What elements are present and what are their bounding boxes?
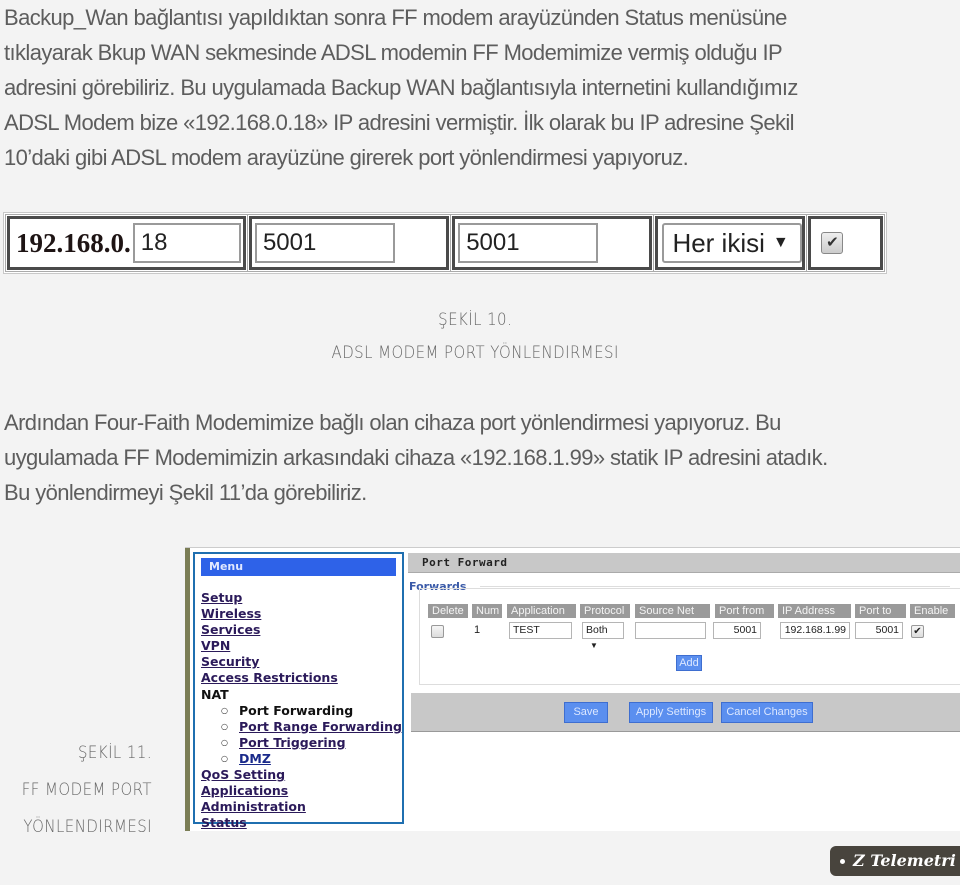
- protocol-value: Both: [586, 624, 608, 636]
- menu-item[interactable]: Status: [201, 815, 402, 831]
- menu-item[interactable]: VPN: [201, 638, 402, 654]
- paragraph-line: 10’daki gibi ADSL modem arayüzüne girere…: [4, 145, 689, 170]
- column-header-source-net: Source Net: [635, 604, 710, 618]
- figure11-title-line: YÖNLENDIRMESI: [23, 817, 152, 837]
- enable-checkbox[interactable]: ✔: [911, 625, 924, 638]
- paragraph-line: tıklayarak Bkup WAN sekmesinde ADSL mode…: [4, 40, 783, 65]
- paragraph-line: Bu yönlendirmeyi Şekil 11’da görebiliriz…: [4, 480, 367, 505]
- protocol-select[interactable]: Both ▼: [582, 622, 624, 650]
- column-header-delete: Delete: [428, 604, 468, 618]
- ip-last-octet-input[interactable]: 18: [132, 223, 241, 263]
- adsl-port-forward-row: 192.168.0. 18 5001 5001 Her ikisi ▼ ✔: [3, 212, 887, 274]
- menu-item-label[interactable]: Port Range Forwarding: [239, 719, 402, 734]
- paragraph-line: adresini görebiliriz. Bu uygulamada Back…: [4, 75, 798, 100]
- panel-title: Port Forward: [408, 553, 960, 573]
- ip-address-cell: 192.168.0. 18: [5, 214, 248, 272]
- figure11-number: ŞEKİL 11.: [77, 743, 152, 763]
- menu-item-label[interactable]: Security: [201, 654, 259, 669]
- menu-item: Port Forwarding: [201, 703, 402, 719]
- protocol-cell: Her ikisi ▼: [653, 214, 808, 272]
- menu-item-label: NAT: [201, 686, 229, 702]
- menu-item[interactable]: DMZ: [201, 751, 402, 767]
- menu-list: Setup Wireless Services VPN Security Access R…: [201, 590, 402, 831]
- cancel-changes-button[interactable]: Cancel Changes: [721, 702, 813, 723]
- sidebar-menu: Menu Setup Wireless Services VPN Security Acc…: [193, 552, 404, 830]
- brand-logo: Z Telemetri: [830, 846, 960, 876]
- figure10-number: ŞEKİL 10.: [438, 310, 513, 330]
- menu-item[interactable]: Administration: [201, 799, 402, 815]
- menu-item-label[interactable]: Setup: [201, 590, 242, 605]
- ip-prefix: 192.168.0.: [16, 227, 131, 258]
- row-num: 1: [474, 624, 481, 636]
- column-header-num: Num: [472, 604, 502, 618]
- column-header-application: Application: [507, 604, 576, 618]
- menu-title: Menu: [201, 558, 396, 576]
- delete-checkbox[interactable]: [431, 625, 444, 638]
- dropdown-arrow-icon: ▼: [590, 641, 598, 650]
- action-bar: Save Apply Settings Cancel Changes: [411, 693, 960, 732]
- menu-item-label[interactable]: Port Triggering: [239, 735, 346, 750]
- menu-item-label[interactable]: DMZ: [239, 751, 271, 766]
- second-paragraph: Ardından Four-Faith Modemimize bağlı ola…: [4, 405, 888, 510]
- ip-address-input[interactable]: 192.168.1.99: [780, 622, 850, 639]
- menu-item-label[interactable]: Applications: [201, 783, 288, 798]
- figure11-caption: ŞEKİL 11. FF MODEM PORT YÖNLENDIRMESI: [22, 735, 152, 846]
- column-header-ip-address: IP Address: [778, 604, 851, 618]
- checkmark-icon: ✔: [826, 234, 839, 251]
- logo-dot-icon: [840, 859, 845, 864]
- menu-item-label[interactable]: Services: [201, 622, 260, 637]
- menu-item[interactable]: Setup: [201, 590, 402, 606]
- dropdown-arrow-icon: ▼: [772, 234, 789, 251]
- paragraph-line: Ardından Four-Faith Modemimize bağlı ola…: [4, 410, 781, 435]
- logo-text: Z Telemetri: [853, 851, 956, 870]
- menu-item[interactable]: Port Range Forwarding: [201, 719, 402, 735]
- source-net-input[interactable]: [635, 622, 706, 639]
- menu-item[interactable]: Security: [201, 654, 402, 670]
- menu-item[interactable]: Services: [201, 622, 402, 638]
- menu-item-label[interactable]: QoS Setting: [201, 767, 285, 782]
- column-header-port-from: Port from: [715, 604, 774, 618]
- apply-settings-button[interactable]: Apply Settings: [629, 702, 713, 723]
- protocol-value: Her ikisi: [672, 227, 765, 258]
- enable-cell: ✔: [806, 214, 885, 272]
- figure11-title-line: FF MODEM PORT: [21, 780, 152, 800]
- column-header-enable: Enable: [910, 604, 955, 618]
- add-button[interactable]: Add: [676, 655, 702, 671]
- column-header-port-to: Port to: [855, 604, 906, 618]
- port-start-cell: 5001: [246, 214, 452, 272]
- menu-item-label[interactable]: Administration: [201, 799, 306, 814]
- menu-item[interactable]: QoS Setting: [201, 767, 402, 783]
- checkmark-icon: ✔: [913, 626, 922, 637]
- paragraph-line: uygulamada FF Modemimizin arkasındaki ci…: [4, 445, 828, 470]
- menu-item[interactable]: Port Triggering: [201, 735, 402, 751]
- port-start-input[interactable]: 5001: [254, 223, 395, 263]
- column-header-protocol: Protocol: [580, 604, 630, 618]
- protocol-select[interactable]: Her ikisi ▼: [662, 223, 803, 263]
- port-to-input[interactable]: 5001: [855, 622, 903, 639]
- port-from-input[interactable]: 5001: [713, 622, 761, 639]
- application-input[interactable]: TEST: [509, 622, 572, 639]
- menu-item-label[interactable]: VPN: [201, 638, 230, 653]
- menu-item[interactable]: Access Restrictions: [201, 670, 402, 686]
- paragraph-line: ADSL Modem bize «192.168.0.18» IP adresi…: [4, 110, 795, 135]
- save-button[interactable]: Save: [564, 702, 608, 723]
- menu-item-label[interactable]: Status: [201, 815, 247, 830]
- left-border-bar: [185, 548, 190, 831]
- fieldset-rule: [480, 586, 950, 587]
- enable-checkbox[interactable]: ✔: [821, 232, 844, 254]
- menu-item-label: Port Forwarding: [239, 702, 354, 718]
- menu-item-label[interactable]: Wireless: [201, 606, 261, 621]
- ff-modem-port-forward-screenshot: Menu Setup Wireless Services VPN Security Acc…: [185, 547, 960, 831]
- menu-item[interactable]: Wireless: [201, 606, 402, 622]
- menu-item[interactable]: Applications: [201, 783, 402, 799]
- figure10-title: ADSL MODEM PORT YÖNLENDIRMESI: [331, 343, 619, 363]
- paragraph-line: Backup_Wan bağlantısı yapıldıktan sonra …: [4, 5, 787, 30]
- intro-paragraph: Backup_Wan bağlantısı yapıldıktan sonra …: [4, 0, 888, 175]
- menu-item: NAT: [201, 687, 402, 703]
- menu-item-label[interactable]: Access Restrictions: [201, 670, 338, 685]
- port-end-cell: 5001: [450, 214, 655, 272]
- port-end-input[interactable]: 5001: [458, 223, 599, 263]
